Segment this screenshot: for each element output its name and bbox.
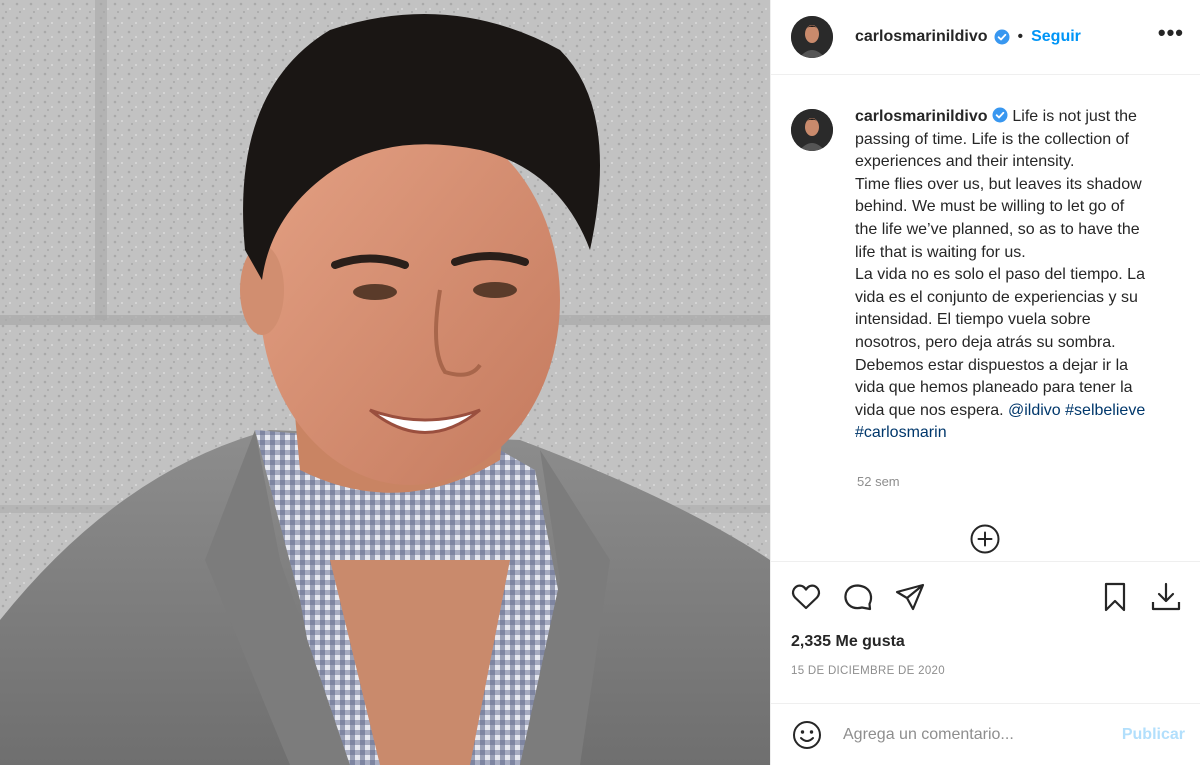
hashtag-link[interactable]: #carlosmarin bbox=[855, 424, 947, 441]
caption-line-text: vida que nos espera. bbox=[855, 401, 1004, 419]
caption-line: Debemos estar dispuestos a dejar ir la bbox=[855, 356, 1129, 374]
avatar-image bbox=[791, 109, 833, 151]
caption-line: nosotros, pero deja atrás su sombra. bbox=[855, 333, 1116, 351]
caption-line: Time flies over us, but leaves its shado… bbox=[855, 175, 1142, 193]
comment-input[interactable] bbox=[843, 725, 1093, 744]
caption-line: intensidad. El tiempo vuela sobre bbox=[855, 311, 1091, 329]
post-header: carlosmarinildivo • Seguir ••• bbox=[771, 0, 1200, 75]
caption-text: carlosmarinildivo Life is not just the p… bbox=[855, 106, 1185, 445]
publish-button[interactable]: Publicar bbox=[1122, 726, 1185, 744]
share-icon[interactable] bbox=[893, 580, 927, 614]
heart-icon[interactable] bbox=[789, 580, 823, 614]
caption-line: life that is waiting for us. bbox=[855, 243, 1026, 261]
follow-button[interactable]: Seguir bbox=[1031, 28, 1081, 46]
bookmark-icon[interactable] bbox=[1098, 580, 1132, 614]
emoji-icon[interactable] bbox=[791, 719, 823, 751]
caption-line: vida que hemos planeado para tener la bbox=[855, 379, 1133, 397]
caption-avatar[interactable] bbox=[791, 109, 833, 151]
post-time-ago[interactable]: 52 sem bbox=[857, 474, 900, 489]
post-date: 15 DE DICIEMBRE DE 2020 bbox=[791, 665, 945, 677]
caption-line: La vida no es solo el paso del tiempo. L… bbox=[855, 266, 1145, 284]
hashtag-link[interactable]: #selbelieve bbox=[1065, 402, 1145, 419]
caption-line: experiences and their intensity. bbox=[855, 153, 1075, 171]
caption-row: carlosmarinildivo Life is not just the p… bbox=[771, 76, 1200, 445]
portrait-image bbox=[0, 0, 770, 765]
caption-line: behind. We must be willing to let go of bbox=[855, 198, 1125, 216]
load-more-comments-icon[interactable] bbox=[970, 524, 1000, 554]
verified-badge-icon bbox=[994, 29, 1009, 45]
caption-area: carlosmarinildivo Life is not just the p… bbox=[771, 76, 1200, 561]
caption-username[interactable]: carlosmarinildivo bbox=[855, 108, 988, 125]
separator-dot: • bbox=[1017, 28, 1024, 45]
header-username[interactable]: carlosmarinildivo bbox=[855, 28, 988, 46]
caption-line: vida que nos espera. @ildivo #selbelieve bbox=[855, 400, 1185, 423]
caption-line: #carlosmarin bbox=[855, 422, 1185, 445]
verified-badge-icon bbox=[992, 107, 1008, 123]
comment-bar: Publicar bbox=[771, 703, 1200, 765]
caption-line-text: Life is not just the bbox=[1012, 108, 1137, 125]
comment-icon[interactable] bbox=[841, 580, 875, 614]
avatar[interactable] bbox=[791, 16, 833, 58]
caption-line: carlosmarinildivo Life is not just the bbox=[855, 106, 1185, 129]
download-icon[interactable] bbox=[1149, 580, 1183, 614]
caption-line: the life we’ve planned, so as to have th… bbox=[855, 220, 1140, 238]
post-panel: carlosmarinildivo • Seguir ••• carlosmar… bbox=[770, 0, 1200, 765]
post-photo[interactable] bbox=[0, 0, 770, 765]
caption-line: passing of time. Life is the collection … bbox=[855, 130, 1129, 148]
caption-line: vida es el conjunto de experiencias y su bbox=[855, 288, 1138, 306]
likes-count[interactable]: 2,335 Me gusta bbox=[791, 633, 905, 651]
avatar-image bbox=[791, 16, 833, 58]
more-options-icon[interactable]: ••• bbox=[1158, 20, 1184, 54]
action-bar bbox=[771, 561, 1200, 629]
mention-link[interactable]: @ildivo bbox=[1008, 402, 1061, 419]
